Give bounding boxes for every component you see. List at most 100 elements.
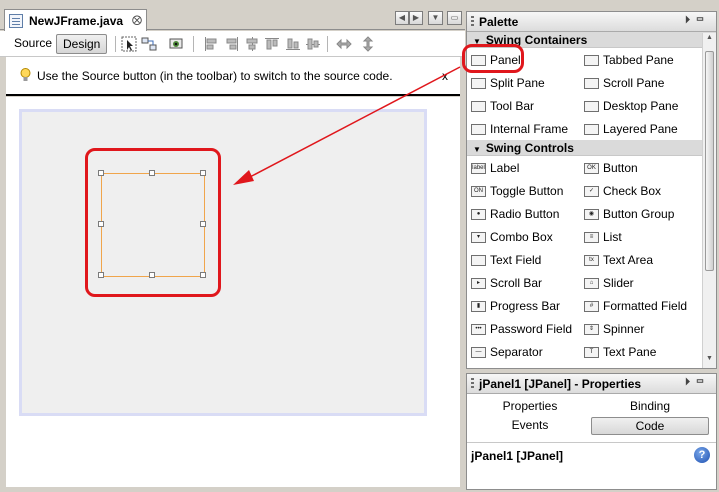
palette-item-label: Formatted Field <box>603 299 688 313</box>
palette-item-split-pane[interactable]: Split Pane <box>471 73 545 93</box>
palette-item-check-box[interactable]: ✓ Check Box <box>584 181 661 201</box>
palette-item-label: Tabbed Pane <box>603 53 674 67</box>
collapse-triangle-icon: ▼ <box>473 145 481 154</box>
button-group-icon: ◉ <box>584 208 599 220</box>
palette-item-label: Scroll Pane <box>603 76 665 90</box>
internal-frame-icon <box>471 123 486 135</box>
scroll-bar-icon: ▸ <box>471 277 486 289</box>
scroll-down-icon[interactable]: ▼ <box>704 355 715 367</box>
palette-item-label: Slider <box>603 276 634 290</box>
palette-item-label: Internal Frame <box>490 122 569 136</box>
category-label: Swing Controls <box>485 141 574 155</box>
tab-properties[interactable]: Properties <box>471 398 589 416</box>
palette-item-scroll-pane[interactable]: Scroll Pane <box>584 73 664 93</box>
palette-item-label: Password Field <box>490 322 573 336</box>
jframe-form[interactable] <box>19 109 427 416</box>
toolbar-separator <box>327 36 328 52</box>
toolbar-separator <box>115 36 116 52</box>
palette-item-list[interactable]: ≡ List <box>584 227 622 247</box>
palette-item-internal-frame[interactable]: Internal Frame <box>471 119 568 139</box>
tab-title: NewJFrame.java <box>29 13 124 28</box>
palette-item-button[interactable]: OK Button <box>584 158 638 178</box>
align-right-icon[interactable] <box>224 36 240 52</box>
palette-item-desktop-pane[interactable]: Desktop Pane <box>584 96 678 116</box>
window-buttons-icon[interactable]: ⏵▭ <box>685 377 710 388</box>
preview-design-icon[interactable] <box>168 36 184 52</box>
scroll-tabs-left-icon[interactable]: ◀ <box>395 11 409 25</box>
jpanel-highlight-annotation <box>85 148 221 297</box>
separator-icon: — <box>471 346 486 358</box>
scroll-up-icon[interactable]: ▲ <box>704 34 715 46</box>
palette-item-tool-bar[interactable]: Tool Bar <box>471 96 534 116</box>
palette-item-label: Layered Pane <box>603 122 678 136</box>
palette-item-text-pane[interactable]: T Text Pane <box>584 342 656 362</box>
palette-item-text-field[interactable]: Text Field <box>471 250 541 270</box>
palette-scrollbar[interactable]: ▲ ▼ <box>702 33 716 368</box>
divider <box>467 442 716 443</box>
tab-events[interactable]: Events <box>471 417 589 435</box>
palette-item-toggle-button[interactable]: ON Toggle Button <box>471 181 563 201</box>
tab-close-icon[interactable]: ⨂ <box>132 15 142 26</box>
align-left-icon[interactable] <box>203 36 219 52</box>
info-close-button[interactable]: x <box>442 69 448 83</box>
scroll-thumb[interactable] <box>705 51 714 271</box>
selection-mode-icon[interactable] <box>121 36 137 52</box>
button-icon: OK <box>584 162 599 174</box>
align-bottom-icon[interactable] <box>285 36 301 52</box>
tab-newjframe[interactable]: NewJFrame.java ⨂ <box>4 9 147 31</box>
palette-item-label: Combo Box <box>490 230 553 244</box>
center-horizontally-icon[interactable] <box>244 36 260 52</box>
slider-icon: ⌂ <box>584 277 599 289</box>
tabbed-pane-icon <box>584 54 599 66</box>
window-buttons-icon[interactable]: ⏵▭ <box>685 15 710 26</box>
palette-item-radio-button[interactable]: ● Radio Button <box>471 204 559 224</box>
palette-title-bar: Palette ⏵▭ <box>467 12 716 32</box>
combo-box-icon: ▾ <box>471 231 486 243</box>
palette-item-combo-box[interactable]: ▾ Combo Box <box>471 227 553 247</box>
formatted-field-icon: # <box>584 300 599 312</box>
palette-item-tabbed-pane[interactable]: Tabbed Pane <box>584 50 674 70</box>
text-pane-icon: T <box>584 346 599 358</box>
desktop-pane-icon <box>584 100 599 112</box>
design-button[interactable]: Design <box>56 34 108 54</box>
connection-mode-icon[interactable] <box>141 36 157 52</box>
text-field-icon <box>471 254 486 266</box>
source-button[interactable]: Source <box>8 34 58 54</box>
tab-binding[interactable]: Binding <box>591 398 709 416</box>
scroll-tabs-right-icon[interactable]: ▶ <box>409 11 423 25</box>
palette-item-label: Text Pane <box>603 345 657 359</box>
palette-item-scroll-bar[interactable]: ▸ Scroll Bar <box>471 273 542 293</box>
palette-item-button-group[interactable]: ◉ Button Group <box>584 204 674 224</box>
palette-item-progress-bar[interactable]: ▮ Progress Bar <box>471 296 560 316</box>
info-message: Use the Source button (in the toolbar) t… <box>37 69 393 83</box>
palette-item-layered-pane[interactable]: Layered Pane <box>584 119 678 139</box>
palette-item-separator[interactable]: — Separator <box>471 342 543 362</box>
palette-item-label: Desktop Pane <box>603 99 679 113</box>
palette-item-label: Check Box <box>603 184 662 198</box>
change-horizontal-resizability-icon[interactable] <box>336 36 352 52</box>
design-canvas[interactable] <box>6 97 460 487</box>
palette-item-label: Split Pane <box>490 76 545 90</box>
palette-item-label: Tool Bar <box>490 99 535 113</box>
palette-item-formatted-field[interactable]: # Formatted Field <box>584 296 687 316</box>
center-vertically-icon[interactable] <box>305 36 321 52</box>
drag-grip-icon[interactable] <box>471 15 474 28</box>
category-swing-controls[interactable]: ▼ Swing Controls <box>467 140 716 156</box>
palette-item-label[interactable]: label Label <box>471 158 519 178</box>
palette-item-spinner[interactable]: ⇕ Spinner <box>584 319 644 339</box>
palette-item-text-area[interactable]: tx Text Area <box>584 250 653 270</box>
palette-item-password-field[interactable]: ••• Password Field <box>471 319 572 339</box>
radio-button-icon: ● <box>471 208 486 220</box>
show-opened-documents-icon[interactable]: ▼ <box>428 11 443 25</box>
palette-item-label: Button Group <box>603 207 675 221</box>
help-icon[interactable]: ? <box>694 447 710 463</box>
drag-grip-icon[interactable] <box>471 377 474 390</box>
properties-title-bar: jPanel1 [JPanel] - Properties ⏵▭ <box>467 374 716 394</box>
palette-item-label: Radio Button <box>490 207 560 221</box>
palette-item-slider[interactable]: ⌂ Slider <box>584 273 634 293</box>
maximize-window-icon[interactable]: ▭ <box>447 11 462 25</box>
align-top-icon[interactable] <box>264 36 280 52</box>
change-vertical-resizability-icon[interactable] <box>360 36 376 52</box>
tab-code[interactable]: Code <box>591 417 709 435</box>
properties-title: jPanel1 [JPanel] - Properties <box>479 376 642 391</box>
